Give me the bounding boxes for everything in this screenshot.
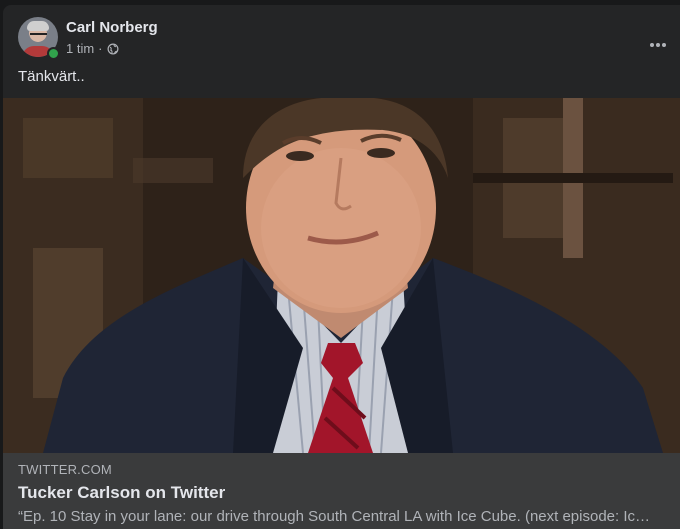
avatar-hair — [27, 21, 49, 31]
post-caption: Tänkvärt.. — [18, 68, 85, 85]
link-title[interactable]: Tucker Carlson on Twitter — [18, 483, 225, 503]
link-domain: TWITTER.COM — [18, 462, 112, 477]
link-preview-info[interactable]: TWITTER.COM Tucker Carlson on Twitter “E… — [3, 453, 680, 529]
link-preview-image[interactable] — [3, 98, 680, 453]
post-card: Carl Norberg 1 tim · Tänkvärt.. TWITTER.… — [3, 5, 680, 529]
link-description: “Ep. 10 Stay in your lane: our drive thr… — [18, 508, 653, 525]
author-name[interactable]: Carl Norberg — [66, 19, 158, 36]
post-meta: 1 tim · — [66, 41, 119, 56]
meta-separator: · — [98, 41, 103, 56]
online-status-dot — [47, 47, 60, 60]
avatar-glasses — [30, 33, 47, 39]
globe-icon[interactable] — [107, 43, 119, 55]
portrait-illustration — [3, 98, 680, 453]
link-preview[interactable]: TWITTER.COM Tucker Carlson on Twitter “E… — [3, 98, 680, 529]
post-timestamp[interactable]: 1 tim — [66, 41, 94, 56]
more-options-icon — [650, 43, 666, 47]
post-header: Carl Norberg 1 tim · — [18, 17, 680, 61]
more-options-button[interactable] — [640, 27, 676, 63]
